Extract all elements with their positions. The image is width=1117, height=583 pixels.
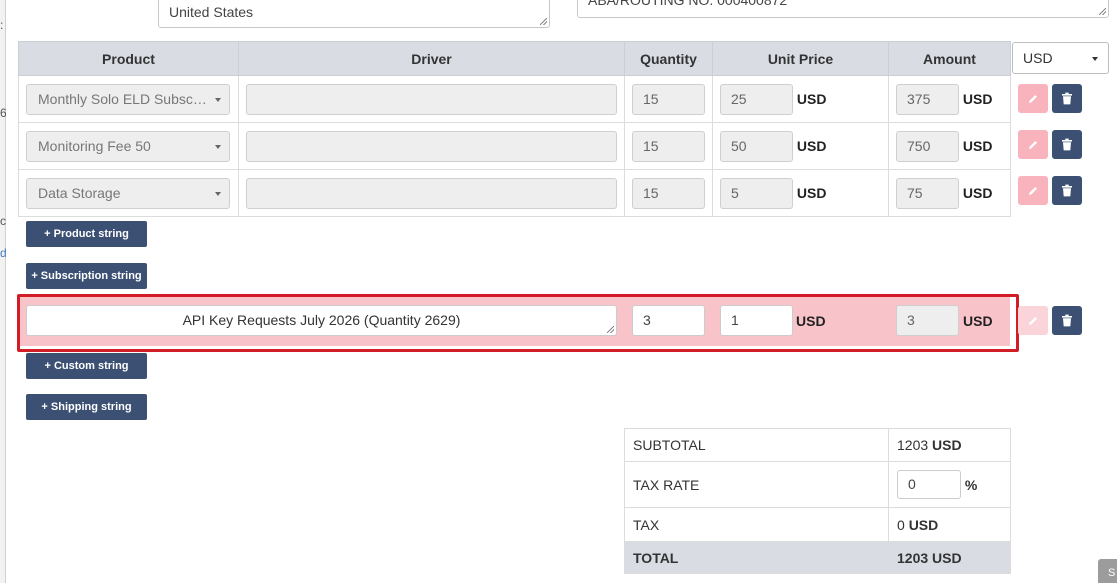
product-select[interactable]: Monitoring Fee 50 <box>26 130 230 162</box>
bank-info-text: ABA/ROUTING NO. 000400872 <box>588 0 788 8</box>
pencil-icon <box>1029 94 1037 103</box>
driver-select[interactable] <box>246 177 617 209</box>
table-row: Data Storage 15 5 USD 75 USD <box>18 169 1011 217</box>
amount-field: 375 <box>896 83 959 115</box>
currency-select[interactable]: USD <box>1012 42 1109 74</box>
resize-handle-icon[interactable] <box>540 18 547 25</box>
quantity-input[interactable]: 15 <box>632 83 705 115</box>
amount-field: 750 <box>896 130 959 162</box>
amount-field: 75 <box>896 177 959 209</box>
tax-rate-input[interactable]: 0 <box>897 470 961 499</box>
unit-price-currency: USD <box>796 91 827 107</box>
pencil-icon <box>1029 186 1037 195</box>
driver-select[interactable] <box>246 83 617 115</box>
chevron-down-icon <box>215 97 221 102</box>
unit-price-currency: USD <box>796 138 827 154</box>
unit-price-input[interactable]: 5 <box>720 177 793 209</box>
gutter-fragment: 6 <box>0 106 6 120</box>
subtotal-value: 1203 <box>897 437 929 453</box>
quantity-input[interactable]: 15 <box>632 130 705 162</box>
unit-price-currency: USD <box>796 185 827 201</box>
pencil-icon <box>1029 140 1037 149</box>
pencil-icon <box>1029 316 1037 325</box>
tax-label: TAX <box>624 507 889 542</box>
address-country-text: United States <box>169 4 254 20</box>
tax-rate-row: TAX RATE 0 % <box>624 461 1011 508</box>
total-currency: USD <box>932 549 962 566</box>
delete-row-button[interactable] <box>1052 130 1082 159</box>
edit-row-button[interactable] <box>1018 176 1048 205</box>
column-header-amount: Amount <box>888 41 1011 76</box>
edit-row-button[interactable] <box>1018 84 1048 113</box>
subtotal-currency: USD <box>932 437 962 453</box>
amount-currency: USD <box>962 185 993 201</box>
product-select[interactable]: Monthly Solo ELD Subscript... <box>26 83 230 115</box>
tax-rate-label: TAX RATE <box>624 461 889 508</box>
tax-value: 0 <box>897 516 905 533</box>
unit-price-input[interactable]: 25 <box>720 83 793 115</box>
add-custom-string-button[interactable]: + Custom string <box>26 353 147 379</box>
trash-icon <box>1062 184 1072 197</box>
line-items-table: Product Driver Quantity Unit Price Amoun… <box>18 41 1011 217</box>
add-shipping-string-button[interactable]: + Shipping string <box>26 394 147 420</box>
add-subscription-string-button[interactable]: + Subscription string <box>26 263 147 289</box>
product-select-value: Data Storage <box>38 184 121 201</box>
subtotal-row: SUBTOTAL 1203 USD <box>624 428 1011 462</box>
gutter-fragment: : <box>0 18 4 32</box>
product-select[interactable]: Data Storage <box>26 177 230 209</box>
table-row: Monitoring Fee 50 15 50 USD 750 USD <box>18 122 1011 170</box>
subtotal-label: SUBTOTAL <box>624 428 889 462</box>
total-label: TOTAL <box>624 541 889 574</box>
trash-icon <box>1062 138 1072 151</box>
product-select-value: Monitoring Fee 50 <box>38 137 151 154</box>
delete-row-button[interactable] <box>1052 176 1082 205</box>
gutter-fragment: d <box>0 246 6 260</box>
delete-row-button[interactable] <box>1052 306 1082 335</box>
corner-tab[interactable]: S <box>1098 559 1117 583</box>
edit-row-button[interactable] <box>1018 306 1048 335</box>
gutter-fragment: c <box>0 214 6 228</box>
delete-row-button[interactable] <box>1052 84 1082 113</box>
column-header-driver: Driver <box>238 41 625 76</box>
tax-row: TAX 0 USD <box>624 507 1011 542</box>
highlight-outline <box>17 294 1019 352</box>
bank-info-textarea[interactable]: ABA/ROUTING NO. 000400872 <box>577 0 1109 18</box>
quantity-input[interactable]: 15 <box>632 177 705 209</box>
column-header-product: Product <box>18 41 239 76</box>
total-value: 1203 <box>897 549 929 566</box>
total-row: TOTAL 1203 USD <box>624 541 1011 574</box>
address-country-textarea[interactable]: United States <box>158 0 550 28</box>
currency-select-value: USD <box>1023 50 1053 66</box>
tax-rate-percent: % <box>964 476 978 493</box>
totals-table: SUBTOTAL 1203 USD TAX RATE 0 % TAX 0 USD… <box>624 428 1011 574</box>
chevron-down-icon <box>1092 57 1098 61</box>
amount-currency: USD <box>962 91 993 107</box>
trash-icon <box>1062 92 1072 105</box>
product-select-value: Monthly Solo ELD Subscript... <box>38 90 224 107</box>
chevron-down-icon <box>215 144 221 149</box>
chevron-down-icon <box>215 191 221 196</box>
trash-icon <box>1062 314 1072 327</box>
driver-select[interactable] <box>246 130 617 162</box>
column-header-quantity: Quantity <box>624 41 713 76</box>
column-header-unit-price: Unit Price <box>712 41 889 76</box>
unit-price-input[interactable]: 50 <box>720 130 793 162</box>
table-row: Monthly Solo ELD Subscript... 15 25 USD … <box>18 75 1011 123</box>
add-product-string-button[interactable]: + Product string <box>26 221 147 247</box>
tax-currency: USD <box>908 516 939 533</box>
amount-currency: USD <box>962 138 993 154</box>
background-page-gutter <box>0 0 6 583</box>
resize-handle-icon[interactable] <box>1099 8 1106 15</box>
table-header-row: Product Driver Quantity Unit Price Amoun… <box>18 41 1011 76</box>
edit-row-button[interactable] <box>1018 130 1048 159</box>
